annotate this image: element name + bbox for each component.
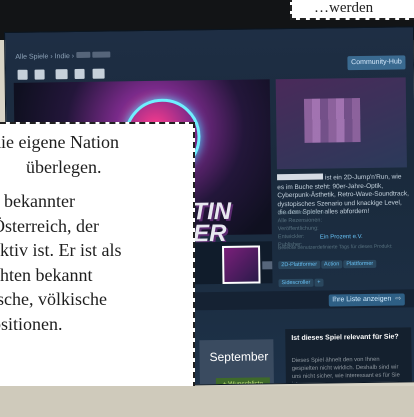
blurred-title-block <box>74 68 86 80</box>
blurred-breadcrumb <box>75 51 91 58</box>
relevance-text: Dieses Spiel ähnelt den von Ihnen gespie… <box>291 356 400 388</box>
caption-line: bekannter <box>4 191 75 211</box>
thumbnail-scroll-right[interactable] <box>262 261 273 270</box>
blurred-title-block <box>55 69 68 80</box>
capsule-image <box>275 77 407 170</box>
caption-line: chten bekannt <box>0 264 93 285</box>
tag-item[interactable]: Plattformer <box>343 259 377 269</box>
tag-item[interactable]: + <box>314 278 324 287</box>
caption-line: ositionen. <box>0 313 63 334</box>
caption-line: überlegen. <box>26 156 102 177</box>
blurred-title-block <box>92 68 105 79</box>
caption-line: ische, völkische <box>0 289 107 309</box>
view-list-label: Ihre Liste anzeigen <box>332 295 392 304</box>
breadcrumb[interactable]: Alle Spiele › Indie › <box>15 51 111 61</box>
tag-item[interactable]: 2D-Plattformer <box>278 260 321 270</box>
caption-line: aktiv ist. Er ist als <box>0 240 122 260</box>
tags-intro: Beliebte benutzerdefinierte Tags für die… <box>278 243 393 252</box>
release-panel: September + Wunschliste <box>199 339 275 388</box>
breadcrumb-text[interactable]: Alle Spiele › Indie › <box>15 53 76 61</box>
community-hub-button[interactable]: Community-Hub <box>347 55 406 71</box>
overlay-caption-text: …werden <box>314 0 374 16</box>
blurred-title-block <box>34 69 46 80</box>
overlay-caption-box: die eigene Nation überlegen. bekannter Ö… <box>0 122 195 388</box>
view-list-button[interactable]: Ihre Liste anzeigen ⇨ <box>328 293 405 307</box>
blurred-breadcrumb <box>91 51 111 58</box>
pixelated-logo <box>303 98 361 143</box>
relevance-title: Ist dieses Spiel relevant für Sie? <box>291 333 399 343</box>
caption-line: Österreich, der <box>0 215 99 236</box>
thumbnail-selected[interactable] <box>222 245 261 284</box>
blurred-name <box>277 173 324 181</box>
caption-gap <box>0 179 185 189</box>
blurred-title-block <box>17 69 28 80</box>
tag-item[interactable]: Action <box>320 260 343 269</box>
publisher-link[interactable]: Ein Prozent e.V. <box>320 234 363 241</box>
caption-line: die eigene Nation <box>0 132 119 152</box>
tag-list: Beliebte benutzerdefinierte Tags für die… <box>278 243 411 289</box>
relevance-box: Ist dieses Spiel relevant für Sie? Diese… <box>285 327 413 388</box>
tag-item[interactable]: Sidescroller <box>278 278 314 288</box>
arrow-right-icon: ⇨ <box>395 295 402 303</box>
overlay-caption-top: …werden <box>290 0 414 20</box>
bottom-background <box>0 386 414 417</box>
release-month: September <box>209 349 269 365</box>
